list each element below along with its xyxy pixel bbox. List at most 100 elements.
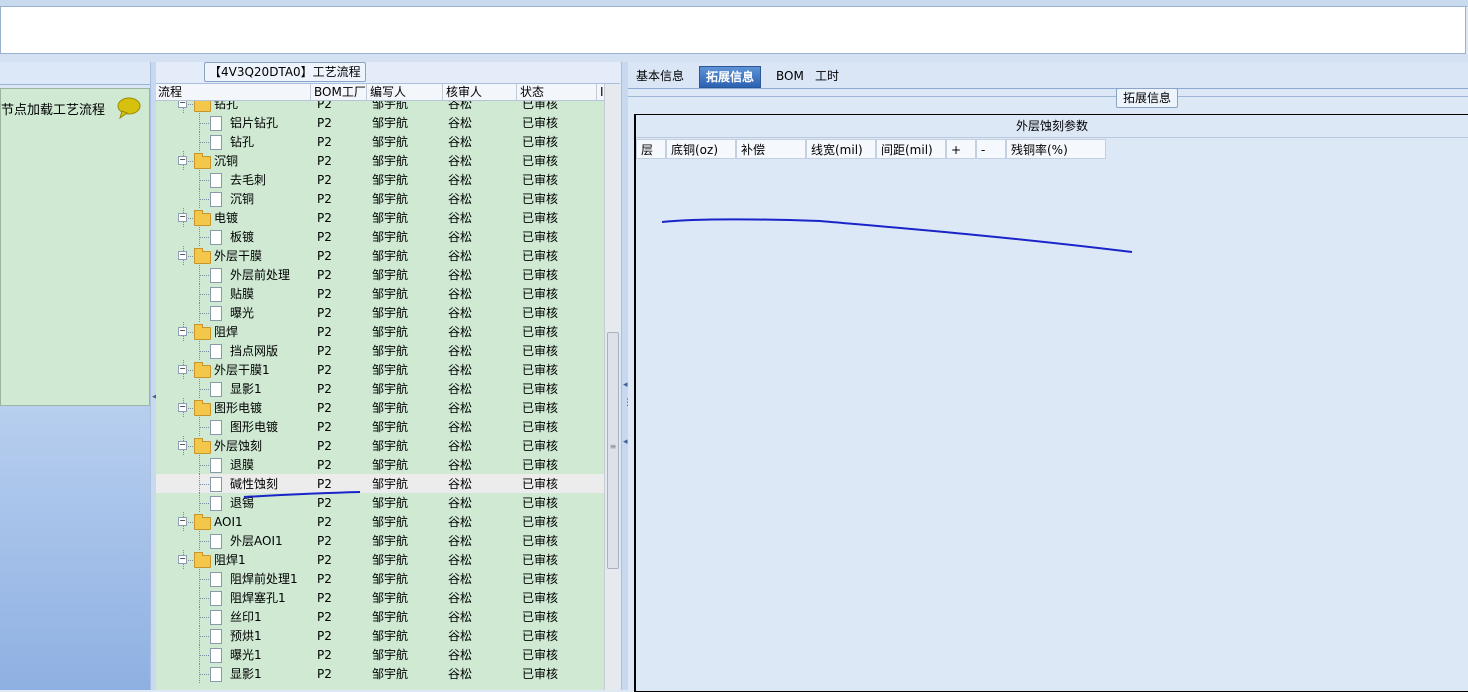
- tree-step-row[interactable]: 板镀 P2 邹宇航 谷松 已审核: [156, 227, 604, 246]
- tree-group-row[interactable]: − AOI1 P2 邹宇航 谷松 已审核: [156, 512, 604, 531]
- tree-step-row[interactable]: 丝印1 P2 邹宇航 谷松 已审核: [156, 607, 604, 626]
- tree-group-row[interactable]: − 沉铜 P2 邹宇航 谷松 已审核: [156, 151, 604, 170]
- reviewer-cell: 谷松: [448, 287, 473, 301]
- collapse-toggle-icon[interactable]: −: [178, 156, 187, 165]
- writer-cell: 邹宇航: [372, 439, 409, 453]
- tree-step-row[interactable]: 退锡 P2 邹宇航 谷松 已审核: [156, 493, 604, 512]
- status-cell: 已审核: [522, 534, 559, 548]
- tree-step-row[interactable]: 沉铜 P2 邹宇航 谷松 已审核: [156, 189, 604, 208]
- tab-work-hours[interactable]: 工时: [809, 66, 845, 86]
- folder-icon: [194, 153, 211, 169]
- document-icon: [210, 610, 222, 625]
- tree-step-row[interactable]: 贴膜 P2 邹宇航 谷松 已审核: [156, 284, 604, 303]
- tree-guide-line: [199, 674, 209, 675]
- step-name: 阻焊: [214, 325, 239, 339]
- tree-step-row[interactable]: 铝片钻孔 P2 邹宇航 谷松 已审核: [156, 113, 604, 132]
- process-tree[interactable]: − 钻孔 P2 邹宇航 谷松 已审核 铝片钻孔 P2 邹宇航 谷松 已审核 钻孔 P2 邹宇航 谷松 已审核 −…: [156, 101, 604, 690]
- tab-bom[interactable]: BOM: [770, 66, 810, 86]
- grid-col-compensation[interactable]: 补偿: [736, 139, 806, 159]
- tree-vertical-scrollbar[interactable]: ≡: [604, 84, 620, 690]
- collapse-toggle-icon[interactable]: −: [178, 441, 187, 450]
- step-name: 显影1: [230, 667, 262, 681]
- col-writer[interactable]: 编写人: [368, 84, 443, 100]
- status-cell: 已审核: [522, 287, 559, 301]
- tree-guide-line: [199, 351, 209, 352]
- etch-params-box: 外层蚀刻参数 层 底铜(oz) 补偿 线宽(mil) 间距(mil) + - 残…: [634, 114, 1468, 692]
- tree-group-row[interactable]: − 图形电镀 P2 邹宇航 谷松 已审核: [156, 398, 604, 417]
- status-cell: 已审核: [522, 477, 559, 491]
- left-panel-header: [0, 66, 150, 85]
- tree-step-row[interactable]: 碱性蚀刻 P2 邹宇航 谷松 已审核: [156, 474, 604, 493]
- left-panel: 节点加载工艺流程: [0, 62, 150, 690]
- tree-step-row[interactable]: 钻孔 P2 邹宇航 谷松 已审核: [156, 132, 604, 151]
- collapse-toggle-icon[interactable]: −: [178, 403, 187, 412]
- status-cell: 已审核: [522, 591, 559, 605]
- tree-step-row[interactable]: 去毛刺 P2 邹宇航 谷松 已审核: [156, 170, 604, 189]
- grid-col-spacing[interactable]: 间距(mil): [876, 139, 946, 159]
- col-reviewer[interactable]: 核审人: [444, 84, 517, 100]
- collapse-toggle-icon[interactable]: −: [178, 555, 187, 564]
- tab-basic-info[interactable]: 基本信息: [630, 66, 690, 86]
- tree-step-row[interactable]: 阻焊前处理1 P2 邹宇航 谷松 已审核: [156, 569, 604, 588]
- tree-step-row[interactable]: 外层AOI1 P2 邹宇航 谷松 已审核: [156, 531, 604, 550]
- tree-step-row[interactable]: 曝光 P2 邹宇航 谷松 已审核: [156, 303, 604, 322]
- grid-col-plus[interactable]: +: [946, 139, 976, 159]
- process-flow-titlebar: 【4V3Q20DTA0】工艺流程: [156, 62, 620, 84]
- load-process-label[interactable]: 节点加载工艺流程: [1, 99, 105, 118]
- collapse-toggle-icon[interactable]: −: [178, 251, 187, 260]
- tree-group-row[interactable]: − 外层蚀刻 P2 邹宇航 谷松 已审核: [156, 436, 604, 455]
- tree-group-row[interactable]: − 电镀 P2 邹宇航 谷松 已审核: [156, 208, 604, 227]
- tree-group-row[interactable]: − 钻孔 P2 邹宇航 谷松 已审核: [156, 101, 604, 113]
- expand-arrow-icon[interactable]: ◂: [623, 437, 628, 447]
- grid-col-line-width[interactable]: 线宽(mil): [806, 139, 876, 159]
- bom-factory-cell: P2: [317, 135, 332, 149]
- step-name: 曝光: [230, 306, 255, 320]
- writer-cell: 邹宇航: [372, 154, 409, 168]
- tree-step-row[interactable]: 图形电镀 P2 邹宇航 谷松 已审核: [156, 417, 604, 436]
- bom-factory-cell: P2: [317, 325, 332, 339]
- top-input-area[interactable]: [0, 6, 1466, 54]
- step-name: 丝印1: [230, 610, 262, 624]
- tree-group-row[interactable]: − 阻焊 P2 邹宇航 谷松 已审核: [156, 322, 604, 341]
- grid-col-residual-copper[interactable]: 残铜率(%): [1006, 139, 1106, 159]
- grid-col-base-copper[interactable]: 底铜(oz): [666, 139, 736, 159]
- col-process[interactable]: 流程: [156, 84, 311, 100]
- tree-group-row[interactable]: − 阻焊1 P2 邹宇航 谷松 已审核: [156, 550, 604, 569]
- reviewer-cell: 谷松: [448, 420, 473, 434]
- scrollbar-thumb[interactable]: ≡: [607, 332, 619, 569]
- tree-guide-line: [199, 503, 209, 504]
- tree-step-row[interactable]: 挡点网版 P2 邹宇航 谷松 已审核: [156, 341, 604, 360]
- tree-step-row[interactable]: 显影1 P2 邹宇航 谷松 已审核: [156, 664, 604, 683]
- col-bom-factory[interactable]: BOM工厂: [312, 84, 367, 100]
- collapse-arrow-icon[interactable]: ◂: [623, 380, 628, 390]
- collapse-toggle-icon[interactable]: −: [178, 101, 187, 108]
- grid-col-layer[interactable]: 层: [636, 139, 666, 159]
- top-splitter[interactable]: [0, 54, 1468, 62]
- collapse-toggle-icon[interactable]: −: [178, 213, 187, 222]
- collapse-toggle-icon[interactable]: −: [178, 517, 187, 526]
- bom-factory-cell: P2: [317, 230, 332, 244]
- collapse-toggle-icon[interactable]: −: [178, 365, 187, 374]
- tab-extended-info[interactable]: 拓展信息: [699, 66, 762, 88]
- document-icon: [210, 420, 222, 435]
- tree-group-row[interactable]: − 外层干膜 P2 邹宇航 谷松 已审核: [156, 246, 604, 265]
- tree-step-row[interactable]: 曝光1 P2 邹宇航 谷松 已审核: [156, 645, 604, 664]
- reviewer-cell: 谷松: [448, 268, 473, 282]
- writer-cell: 邹宇航: [372, 382, 409, 396]
- writer-cell: 邹宇航: [372, 287, 409, 301]
- col-status[interactable]: 状态: [518, 84, 597, 100]
- tree-step-row[interactable]: 预烘1 P2 邹宇航 谷松 已审核: [156, 626, 604, 645]
- tree-step-row[interactable]: 显影1 P2 邹宇航 谷松 已审核: [156, 379, 604, 398]
- tree-step-row[interactable]: 退膜 P2 邹宇航 谷松 已审核: [156, 455, 604, 474]
- grid-col-minus[interactable]: -: [976, 139, 1006, 159]
- reviewer-cell: 谷松: [448, 572, 473, 586]
- writer-cell: 邹宇航: [372, 629, 409, 643]
- tree-step-row[interactable]: 阻焊塞孔1 P2 邹宇航 谷松 已审核: [156, 588, 604, 607]
- document-icon: [210, 230, 222, 245]
- speech-bubble-icon[interactable]: [117, 97, 141, 119]
- tree-group-row[interactable]: − 外层干膜1 P2 邹宇航 谷松 已审核: [156, 360, 604, 379]
- tree-step-row[interactable]: 外层前处理 P2 邹宇航 谷松 已审核: [156, 265, 604, 284]
- folder-icon: [194, 514, 211, 530]
- folder-icon: [194, 400, 211, 416]
- collapse-toggle-icon[interactable]: −: [178, 327, 187, 336]
